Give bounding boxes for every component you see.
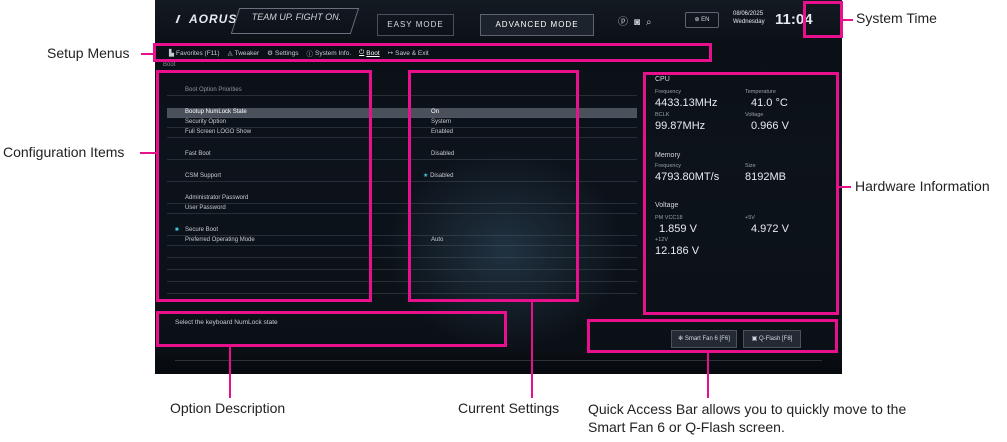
connector-line (839, 186, 851, 188)
breadcrumb: Boot (163, 62, 176, 68)
header-bar: AORUS TEAM UP. FIGHT ON. EASY MODE ADVAN… (155, 0, 842, 40)
callout-config-items: Configuration Items (3, 144, 125, 160)
callout-current-settings: Current Settings (458, 400, 560, 416)
advanced-mode-tab[interactable]: ADVANCED MODE (480, 14, 594, 36)
help-icon[interactable]: ⓟ (618, 17, 628, 28)
connector-line (843, 19, 853, 21)
highlight-quick-access (587, 319, 838, 353)
highlight-current-settings (408, 70, 579, 302)
highlight-hardware-info (643, 72, 839, 315)
connector-line (140, 152, 156, 154)
highlight-system-time (803, 1, 843, 38)
slogan-box: TEAM UP. FIGHT ON. (230, 8, 360, 34)
connector-line (229, 347, 231, 398)
callout-quick-access: Quick Access Bar allows you to quickly m… (588, 401, 907, 435)
aorus-wing-icon (175, 15, 189, 23)
language-button[interactable]: ⊕ EN (685, 12, 719, 28)
connector-line (141, 53, 154, 55)
camera-icon[interactable]: ◙ (634, 17, 640, 28)
aorus-logo: AORUS (175, 12, 238, 26)
slogan-text: TEAM UP. FIGHT ON. (251, 12, 342, 22)
highlight-setup-menus (153, 43, 712, 62)
callout-hardware-info: Hardware Information (855, 178, 990, 194)
logo-text: AORUS (189, 12, 238, 26)
connector-line (531, 302, 533, 398)
highlight-option-desc (156, 311, 507, 347)
language-label: EN (701, 17, 710, 23)
footer-bar (155, 354, 842, 374)
highlight-config-items (156, 70, 372, 302)
search-icon[interactable]: ⌕ (646, 17, 652, 28)
callout-system-time: System Time (856, 10, 937, 26)
connector-line (707, 353, 709, 398)
footer-divider (175, 360, 822, 361)
date-text: 08/06/2025 (733, 11, 764, 17)
easy-mode-tab[interactable]: EASY MODE (377, 14, 454, 36)
weekday-text: Wednesday (733, 19, 765, 25)
callout-option-desc: Option Description (170, 400, 286, 416)
callout-setup-menus: Setup Menus (47, 45, 130, 61)
date-block: 08/06/2025 Wednesday (733, 10, 773, 26)
header-icons: ⓟ ◙ ⌕ (618, 13, 658, 28)
